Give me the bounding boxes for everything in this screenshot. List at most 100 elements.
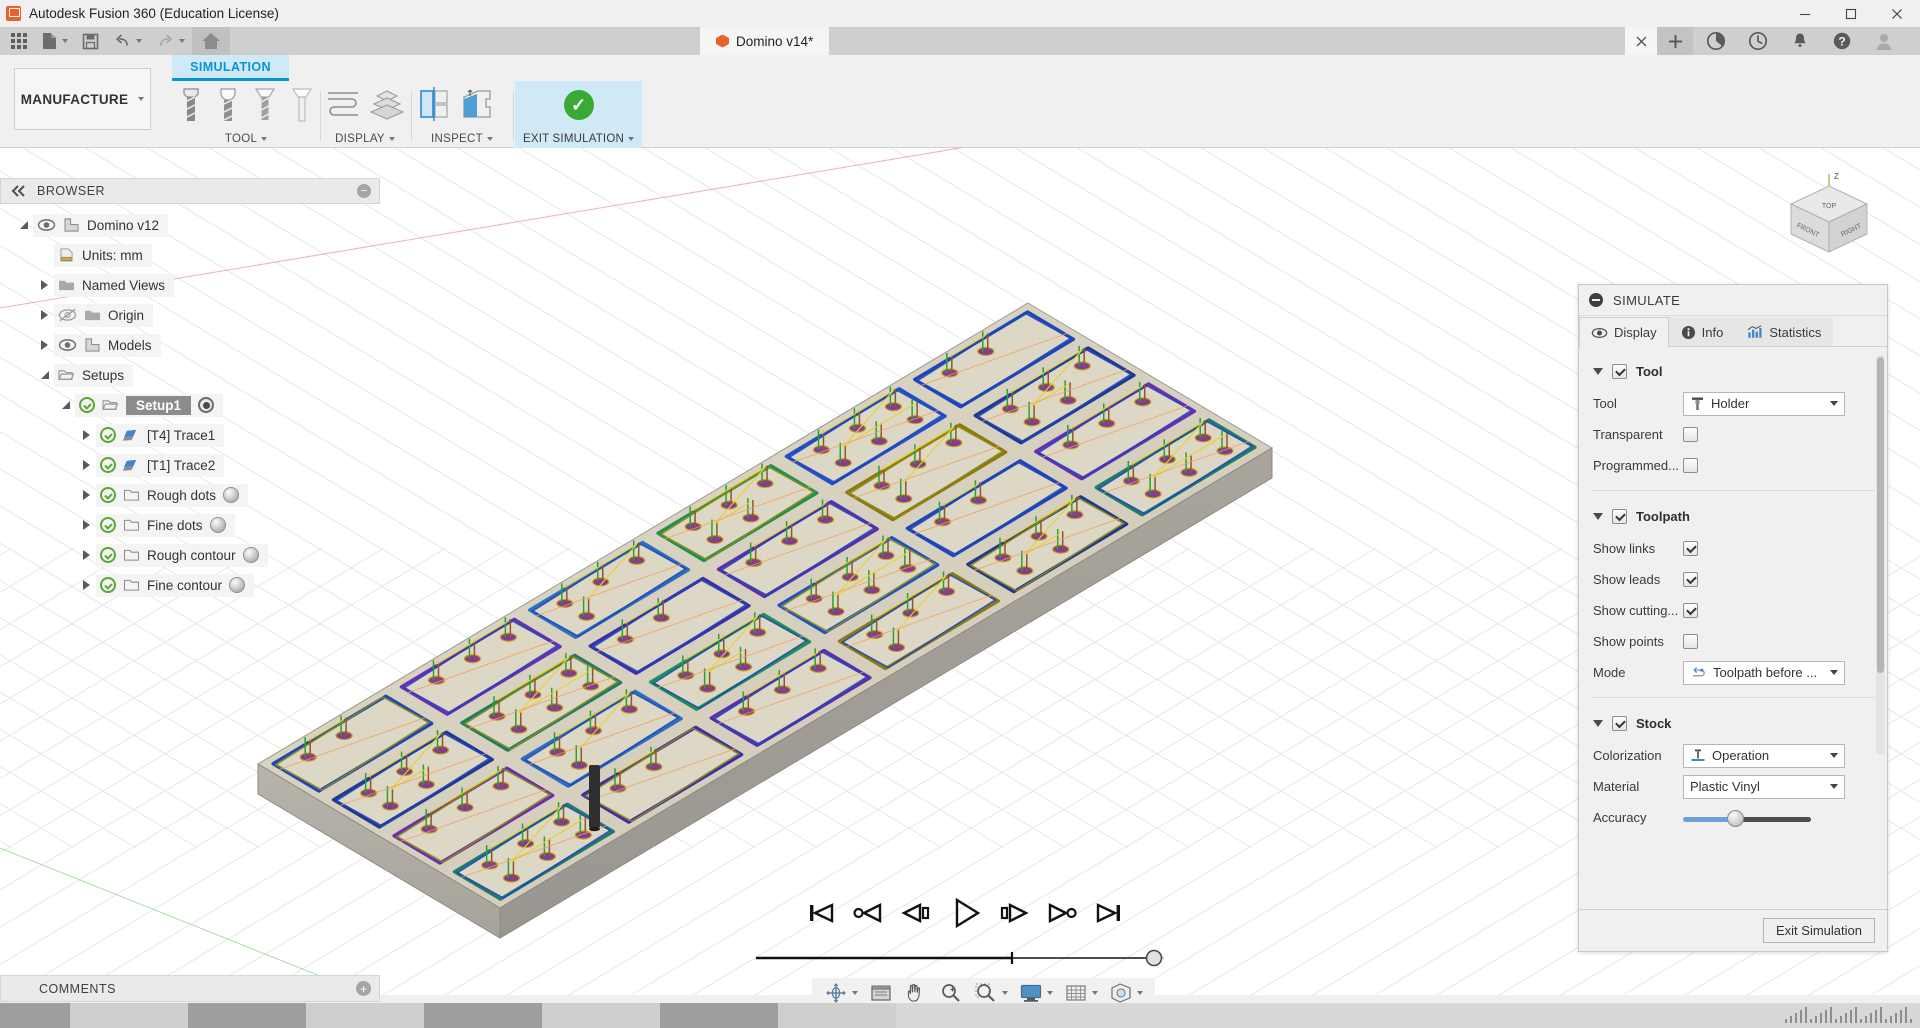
- tab-statistics[interactable]: Statistics: [1735, 317, 1834, 346]
- minimize-button[interactable]: [1782, 0, 1828, 27]
- comments-panel[interactable]: COMMENTS +: [0, 975, 380, 1002]
- view-cube[interactable]: TOP FRONT RIGHT Z: [1774, 172, 1884, 272]
- plus-circle-icon[interactable]: +: [356, 981, 371, 996]
- job-status-clock-icon[interactable]: [1737, 27, 1779, 55]
- row-mode-combo[interactable]: Toolpath before ...: [1683, 660, 1845, 685]
- chevron-down-icon[interactable]: [1593, 368, 1603, 375]
- toolpath-sphere-icon[interactable]: [229, 577, 246, 593]
- step-back-operation-button[interactable]: [852, 900, 884, 929]
- tool-chamfer-mill-button[interactable]: [246, 83, 283, 129]
- home-button[interactable]: [192, 27, 230, 55]
- eye-visible-icon[interactable]: [58, 338, 77, 352]
- chevron-down-icon[interactable]: [1830, 670, 1838, 675]
- file-button[interactable]: [34, 27, 75, 55]
- document-tab-close-button[interactable]: [1625, 27, 1657, 55]
- help-question-icon[interactable]: ?: [1821, 27, 1863, 55]
- toolpath-sphere-icon[interactable]: [223, 487, 240, 503]
- minus-circle-icon[interactable]: −: [357, 184, 371, 198]
- exit-simulation-button[interactable]: Exit Simulation: [1763, 918, 1875, 943]
- tree-twisty-open[interactable]: [14, 221, 33, 229]
- tree-item-trace1[interactable]: [T4] Trace1: [0, 420, 380, 450]
- toolpath-sphere-icon[interactable]: [209, 517, 226, 533]
- row-show-cutting-checkbox[interactable]: [1683, 603, 1698, 618]
- section-view-button[interactable]: [412, 83, 456, 129]
- user-account-avatar[interactable]: [1863, 27, 1905, 55]
- tree-item-domino[interactable]: Domino v12: [0, 210, 380, 240]
- browser-header[interactable]: BROWSER −: [0, 178, 380, 204]
- active-setup-radio[interactable]: [198, 397, 215, 413]
- tree-item-origin[interactable]: Origin: [0, 300, 380, 330]
- toolpath-display-button[interactable]: [321, 83, 365, 129]
- section-stock-header[interactable]: Stock: [1579, 707, 1887, 740]
- tree-item-models[interactable]: Models: [0, 330, 380, 360]
- row-transparent-checkbox[interactable]: [1683, 427, 1698, 442]
- play-button[interactable]: [948, 896, 982, 933]
- skip-to-end-button[interactable]: [1094, 900, 1124, 929]
- tree-item-fine-contour[interactable]: Fine contour: [0, 570, 380, 600]
- row-tool-combo[interactable]: Holder: [1683, 391, 1845, 416]
- section-stock-checkbox[interactable]: [1612, 716, 1627, 731]
- chevron-down-icon[interactable]: [1830, 401, 1838, 406]
- tab-info[interactable]: Info: [1668, 317, 1736, 346]
- row-accuracy-slider[interactable]: [1683, 809, 1811, 827]
- toolpath-sphere-icon[interactable]: [242, 547, 259, 563]
- data-panel-icon[interactable]: [1695, 27, 1737, 55]
- row-programmed-checkbox[interactable]: [1683, 458, 1698, 473]
- section-toolpath-header[interactable]: Toolpath: [1579, 500, 1887, 533]
- step-forward-button[interactable]: [998, 900, 1030, 929]
- tree-item-rough-contour[interactable]: Rough contour: [0, 540, 380, 570]
- tree-twisty-closed[interactable]: [77, 460, 96, 470]
- eye-hidden-icon[interactable]: [58, 308, 77, 322]
- notifications-bell-icon[interactable]: [1779, 27, 1821, 55]
- tree-item-setups[interactable]: Setups: [0, 360, 380, 390]
- workspace-selector[interactable]: MANUFACTURE: [14, 68, 151, 130]
- section-tool-checkbox[interactable]: [1612, 364, 1627, 379]
- save-button[interactable]: [75, 27, 106, 55]
- redo-button[interactable]: [149, 27, 192, 55]
- tab-simulation[interactable]: SIMULATION: [172, 55, 289, 81]
- double-chevron-left-icon[interactable]: [11, 185, 27, 197]
- tool-flat-endmill-button[interactable]: [172, 83, 209, 129]
- section-tool-header[interactable]: Tool: [1579, 355, 1887, 388]
- next-operation-button[interactable]: [1046, 900, 1078, 929]
- step-back-button[interactable]: [900, 900, 932, 929]
- exit-simulation-ribbon-button[interactable]: ✓ EXIT SIMULATION: [515, 81, 642, 148]
- section-toolpath-checkbox[interactable]: [1612, 509, 1627, 524]
- playback-progress-slider[interactable]: [750, 948, 1170, 968]
- eye-visible-icon[interactable]: [37, 218, 56, 232]
- maximize-button[interactable]: [1828, 0, 1874, 27]
- measure-button[interactable]: [456, 83, 500, 129]
- row-show-points-checkbox[interactable]: [1683, 634, 1698, 649]
- app-grid-button[interactable]: [4, 27, 34, 55]
- tab-display[interactable]: Display: [1579, 317, 1669, 347]
- tool-probe-button[interactable]: [283, 83, 320, 129]
- tree-twisty-closed[interactable]: [35, 340, 54, 350]
- minus-circle-icon[interactable]: [1589, 293, 1603, 307]
- tree-twisty-closed[interactable]: [77, 550, 96, 560]
- tool-ball-endmill-button[interactable]: [209, 83, 246, 129]
- tree-twisty-closed[interactable]: [77, 490, 96, 500]
- new-document-tab-button[interactable]: [1657, 27, 1693, 55]
- slider-handle[interactable]: [1727, 809, 1744, 827]
- chevron-down-icon[interactable]: [1830, 753, 1838, 758]
- document-tab[interactable]: Domino v14*: [700, 27, 830, 55]
- row-material-combo[interactable]: Plastic Vinyl: [1683, 774, 1845, 799]
- tree-item-trace2[interactable]: [T1] Trace2: [0, 450, 380, 480]
- row-colorization-combo[interactable]: Operation: [1683, 743, 1845, 768]
- tree-twisty-closed[interactable]: [77, 580, 96, 590]
- tree-twisty-open[interactable]: [56, 401, 75, 409]
- tree-item-fine-dots[interactable]: Fine dots: [0, 510, 380, 540]
- tree-item-named-views[interactable]: Named Views: [0, 270, 380, 300]
- row-show-links-checkbox[interactable]: [1683, 541, 1698, 556]
- simulate-dialog-titlebar[interactable]: SIMULATE: [1579, 285, 1887, 316]
- tree-twisty-open[interactable]: [35, 371, 54, 379]
- chevron-down-icon[interactable]: [1593, 513, 1603, 520]
- undo-button[interactable]: [106, 27, 149, 55]
- skip-to-start-button[interactable]: [806, 900, 836, 929]
- tree-twisty-closed[interactable]: [77, 520, 96, 530]
- tree-item-setup1[interactable]: Setup1: [0, 390, 380, 420]
- tree-item-rough-dots[interactable]: Rough dots: [0, 480, 380, 510]
- tree-item-units[interactable]: Units: mm: [0, 240, 380, 270]
- row-show-leads-checkbox[interactable]: [1683, 572, 1698, 587]
- tree-twisty-closed[interactable]: [35, 310, 54, 320]
